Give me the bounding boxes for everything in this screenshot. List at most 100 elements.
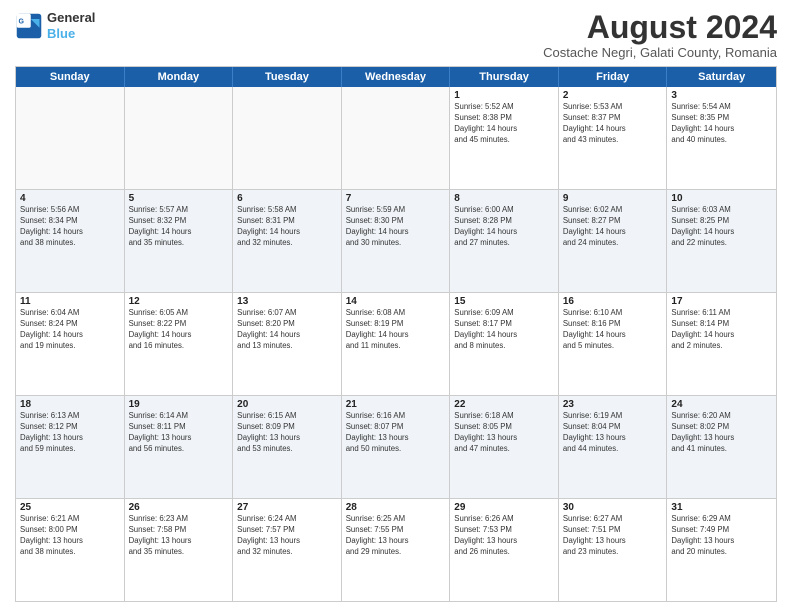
day-number: 2 (563, 90, 663, 101)
day-cell: 15Sunrise: 6:09 AM Sunset: 8:17 PM Dayli… (450, 293, 559, 395)
day-number: 13 (237, 296, 337, 307)
day-cell: 21Sunrise: 6:16 AM Sunset: 8:07 PM Dayli… (342, 396, 451, 498)
day-detail: Sunrise: 6:11 AM Sunset: 8:14 PM Dayligh… (671, 308, 772, 352)
day-cell: 22Sunrise: 6:18 AM Sunset: 8:05 PM Dayli… (450, 396, 559, 498)
day-detail: Sunrise: 5:57 AM Sunset: 8:32 PM Dayligh… (129, 205, 229, 249)
calendar-week-row: 25Sunrise: 6:21 AM Sunset: 8:00 PM Dayli… (16, 499, 776, 601)
calendar-body: 1Sunrise: 5:52 AM Sunset: 8:38 PM Daylig… (16, 87, 776, 601)
month-year: August 2024 (543, 10, 777, 45)
day-detail: Sunrise: 5:59 AM Sunset: 8:30 PM Dayligh… (346, 205, 446, 249)
empty-cell (233, 87, 342, 189)
day-cell: 4Sunrise: 5:56 AM Sunset: 8:34 PM Daylig… (16, 190, 125, 292)
day-detail: Sunrise: 6:24 AM Sunset: 7:57 PM Dayligh… (237, 514, 337, 558)
day-number: 22 (454, 399, 554, 410)
day-number: 24 (671, 399, 772, 410)
day-cell: 24Sunrise: 6:20 AM Sunset: 8:02 PM Dayli… (667, 396, 776, 498)
day-cell: 26Sunrise: 6:23 AM Sunset: 7:58 PM Dayli… (125, 499, 234, 601)
day-number: 8 (454, 193, 554, 204)
header-day: Monday (125, 67, 234, 87)
day-cell: 28Sunrise: 6:25 AM Sunset: 7:55 PM Dayli… (342, 499, 451, 601)
day-number: 6 (237, 193, 337, 204)
day-number: 31 (671, 502, 772, 513)
day-detail: Sunrise: 5:53 AM Sunset: 8:37 PM Dayligh… (563, 102, 663, 146)
location: Costache Negri, Galati County, Romania (543, 45, 777, 60)
day-detail: Sunrise: 6:26 AM Sunset: 7:53 PM Dayligh… (454, 514, 554, 558)
day-detail: Sunrise: 6:00 AM Sunset: 8:28 PM Dayligh… (454, 205, 554, 249)
day-detail: Sunrise: 6:23 AM Sunset: 7:58 PM Dayligh… (129, 514, 229, 558)
day-cell: 17Sunrise: 6:11 AM Sunset: 8:14 PM Dayli… (667, 293, 776, 395)
day-detail: Sunrise: 6:15 AM Sunset: 8:09 PM Dayligh… (237, 411, 337, 455)
day-number: 27 (237, 502, 337, 513)
day-number: 11 (20, 296, 120, 307)
day-number: 15 (454, 296, 554, 307)
calendar: SundayMondayTuesdayWednesdayThursdayFrid… (15, 66, 777, 602)
day-detail: Sunrise: 6:07 AM Sunset: 8:20 PM Dayligh… (237, 308, 337, 352)
day-cell: 11Sunrise: 6:04 AM Sunset: 8:24 PM Dayli… (16, 293, 125, 395)
day-cell: 25Sunrise: 6:21 AM Sunset: 8:00 PM Dayli… (16, 499, 125, 601)
day-cell: 13Sunrise: 6:07 AM Sunset: 8:20 PM Dayli… (233, 293, 342, 395)
day-cell: 8Sunrise: 6:00 AM Sunset: 8:28 PM Daylig… (450, 190, 559, 292)
day-number: 17 (671, 296, 772, 307)
logo: G General Blue (15, 10, 95, 41)
day-detail: Sunrise: 6:25 AM Sunset: 7:55 PM Dayligh… (346, 514, 446, 558)
page: G General Blue August 2024 Costache Negr… (0, 0, 792, 612)
logo-text: General Blue (47, 10, 95, 41)
day-number: 29 (454, 502, 554, 513)
empty-cell (125, 87, 234, 189)
day-detail: Sunrise: 5:52 AM Sunset: 8:38 PM Dayligh… (454, 102, 554, 146)
header-day: Sunday (16, 67, 125, 87)
day-cell: 9Sunrise: 6:02 AM Sunset: 8:27 PM Daylig… (559, 190, 668, 292)
calendar-week-row: 18Sunrise: 6:13 AM Sunset: 8:12 PM Dayli… (16, 396, 776, 499)
day-number: 28 (346, 502, 446, 513)
day-detail: Sunrise: 6:02 AM Sunset: 8:27 PM Dayligh… (563, 205, 663, 249)
calendar-header: SundayMondayTuesdayWednesdayThursdayFrid… (16, 67, 776, 87)
day-detail: Sunrise: 6:08 AM Sunset: 8:19 PM Dayligh… (346, 308, 446, 352)
calendar-week-row: 4Sunrise: 5:56 AM Sunset: 8:34 PM Daylig… (16, 190, 776, 293)
day-number: 1 (454, 90, 554, 101)
day-cell: 27Sunrise: 6:24 AM Sunset: 7:57 PM Dayli… (233, 499, 342, 601)
title-block: August 2024 Costache Negri, Galati Count… (543, 10, 777, 60)
day-cell: 14Sunrise: 6:08 AM Sunset: 8:19 PM Dayli… (342, 293, 451, 395)
day-cell: 12Sunrise: 6:05 AM Sunset: 8:22 PM Dayli… (125, 293, 234, 395)
day-cell: 7Sunrise: 5:59 AM Sunset: 8:30 PM Daylig… (342, 190, 451, 292)
logo-icon: G (15, 12, 43, 40)
day-detail: Sunrise: 6:05 AM Sunset: 8:22 PM Dayligh… (129, 308, 229, 352)
day-cell: 29Sunrise: 6:26 AM Sunset: 7:53 PM Dayli… (450, 499, 559, 601)
day-detail: Sunrise: 6:21 AM Sunset: 8:00 PM Dayligh… (20, 514, 120, 558)
day-cell: 20Sunrise: 6:15 AM Sunset: 8:09 PM Dayli… (233, 396, 342, 498)
day-number: 23 (563, 399, 663, 410)
logo-line2: Blue (47, 26, 95, 42)
header-day: Tuesday (233, 67, 342, 87)
calendar-week-row: 1Sunrise: 5:52 AM Sunset: 8:38 PM Daylig… (16, 87, 776, 190)
day-detail: Sunrise: 5:56 AM Sunset: 8:34 PM Dayligh… (20, 205, 120, 249)
day-number: 18 (20, 399, 120, 410)
day-number: 7 (346, 193, 446, 204)
day-number: 26 (129, 502, 229, 513)
header-day: Friday (559, 67, 668, 87)
day-number: 14 (346, 296, 446, 307)
header-row: G General Blue August 2024 Costache Negr… (15, 10, 777, 60)
day-detail: Sunrise: 6:03 AM Sunset: 8:25 PM Dayligh… (671, 205, 772, 249)
day-detail: Sunrise: 6:29 AM Sunset: 7:49 PM Dayligh… (671, 514, 772, 558)
day-detail: Sunrise: 6:19 AM Sunset: 8:04 PM Dayligh… (563, 411, 663, 455)
day-cell: 19Sunrise: 6:14 AM Sunset: 8:11 PM Dayli… (125, 396, 234, 498)
day-detail: Sunrise: 6:04 AM Sunset: 8:24 PM Dayligh… (20, 308, 120, 352)
header-day: Wednesday (342, 67, 451, 87)
svg-text:G: G (19, 18, 25, 25)
day-detail: Sunrise: 6:27 AM Sunset: 7:51 PM Dayligh… (563, 514, 663, 558)
day-cell: 2Sunrise: 5:53 AM Sunset: 8:37 PM Daylig… (559, 87, 668, 189)
day-number: 20 (237, 399, 337, 410)
day-cell: 5Sunrise: 5:57 AM Sunset: 8:32 PM Daylig… (125, 190, 234, 292)
header-day: Saturday (667, 67, 776, 87)
day-detail: Sunrise: 5:54 AM Sunset: 8:35 PM Dayligh… (671, 102, 772, 146)
calendar-week-row: 11Sunrise: 6:04 AM Sunset: 8:24 PM Dayli… (16, 293, 776, 396)
day-number: 16 (563, 296, 663, 307)
day-detail: Sunrise: 5:58 AM Sunset: 8:31 PM Dayligh… (237, 205, 337, 249)
day-detail: Sunrise: 6:16 AM Sunset: 8:07 PM Dayligh… (346, 411, 446, 455)
day-cell: 6Sunrise: 5:58 AM Sunset: 8:31 PM Daylig… (233, 190, 342, 292)
day-cell: 3Sunrise: 5:54 AM Sunset: 8:35 PM Daylig… (667, 87, 776, 189)
day-number: 19 (129, 399, 229, 410)
header-day: Thursday (450, 67, 559, 87)
day-cell: 30Sunrise: 6:27 AM Sunset: 7:51 PM Dayli… (559, 499, 668, 601)
day-number: 3 (671, 90, 772, 101)
